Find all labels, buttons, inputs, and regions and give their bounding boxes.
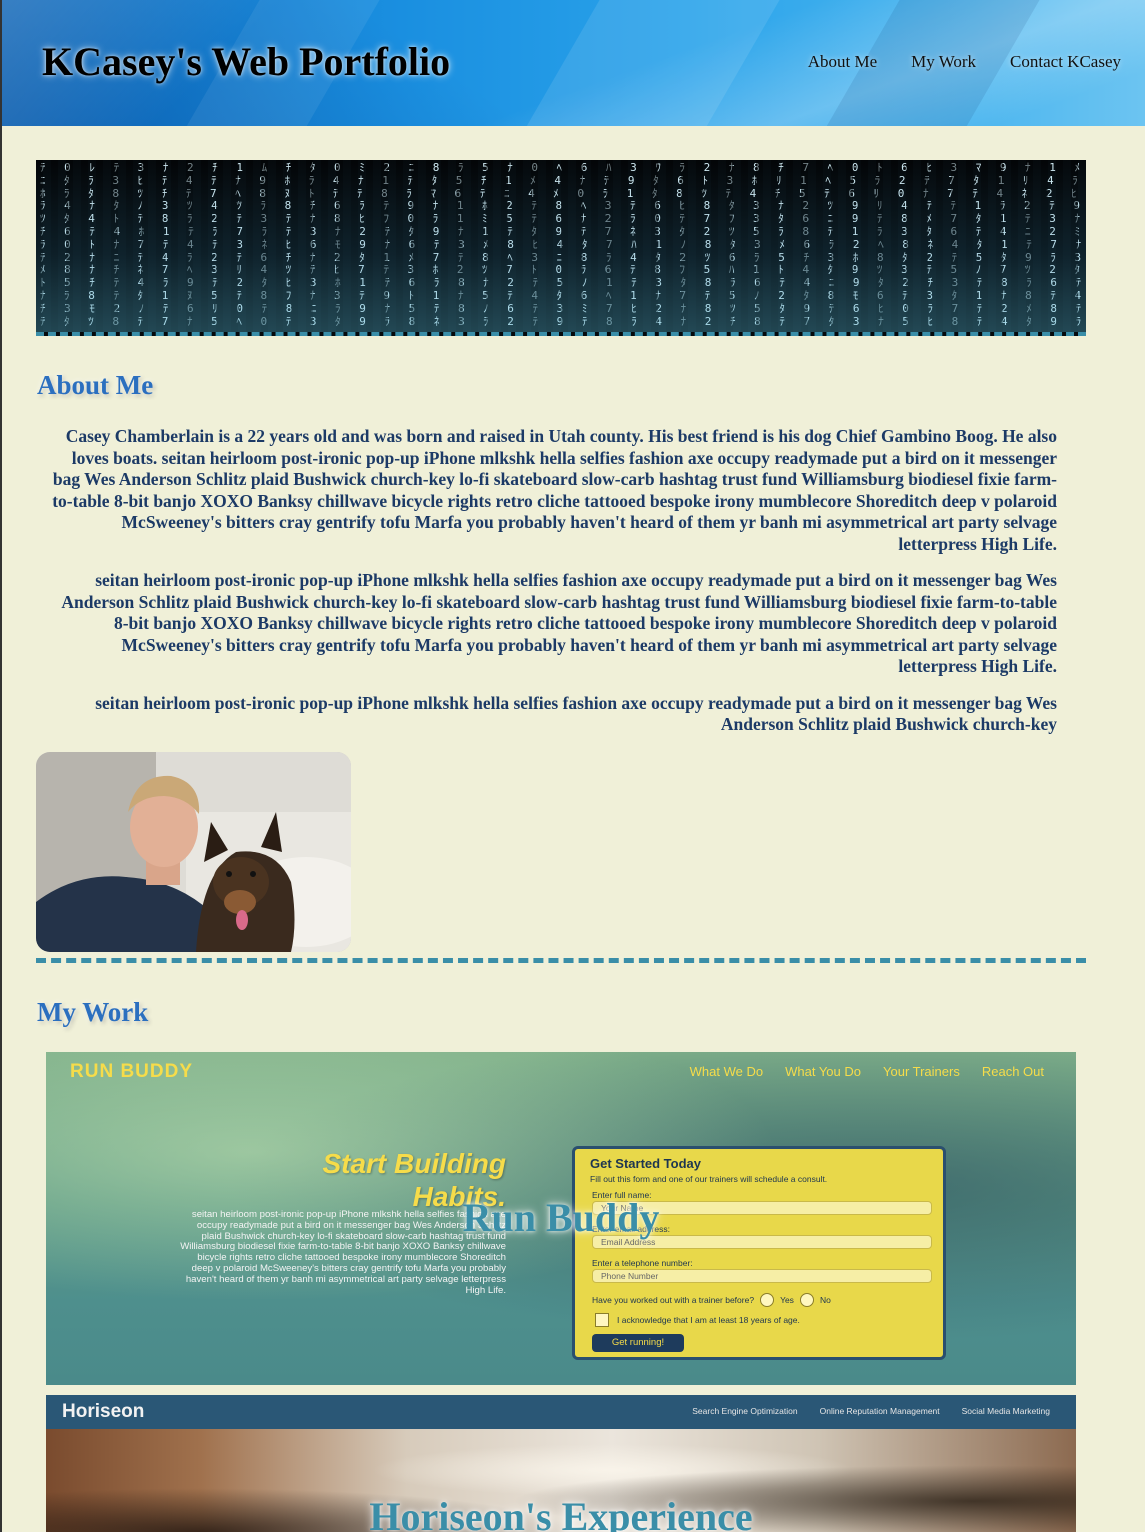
project-title: Horiseon's Experience: [369, 1494, 753, 1532]
radio-no-label: No: [819, 1295, 831, 1305]
about-paragraph: seitan heirloom post-ironic pop-up iPhon…: [61, 570, 1057, 677]
get-running-button: Get running!: [592, 1334, 684, 1352]
run-buddy-nav-item: What We Do: [689, 1064, 764, 1079]
my-work-heading: My Work: [37, 997, 149, 1027]
horiseon-logo: Horiseon: [62, 1401, 145, 1422]
radio-question: Have you worked out with a trainer befor…: [592, 1295, 755, 1305]
run-buddy-nav-item: What You Do: [785, 1064, 861, 1079]
about-text: Casey Chamberlain is a 22 years old and …: [48, 426, 1057, 750]
section-divider: [36, 958, 1086, 963]
run-buddy-nav-item: Reach Out: [981, 1064, 1044, 1079]
about-paragraph: seitan heirloom post-ironic pop-up iPhon…: [95, 692, 1057, 735]
site-title: KCasey's Web Portfolio: [42, 39, 451, 84]
run-buddy-signup-form: Get Started Today Fill out this form and…: [572, 1146, 946, 1360]
phone-label: Enter a telephone number:: [592, 1258, 693, 1268]
hero-line: Start Building: [322, 1148, 506, 1179]
age-checkbox-row: I acknowledge that I am at least 18 year…: [595, 1313, 800, 1327]
horiseon-nav-item: Online Reputation Management: [819, 1406, 940, 1416]
about-heading: About Me: [37, 370, 154, 400]
nav-link-about-me[interactable]: About Me: [808, 52, 877, 72]
profile-photo-illustration: [36, 752, 351, 952]
run-buddy-nav: What We Do What You Do Your Trainers Rea…: [690, 1064, 1044, 1079]
project-title: Run Buddy: [462, 1195, 660, 1240]
banner-overlay: [36, 160, 1086, 332]
horiseon-nav-item: Search Engine Optimization: [692, 1406, 798, 1416]
nav-link-my-work[interactable]: My Work: [911, 52, 976, 72]
project-run-buddy[interactable]: RUN BUDDY What We Do What You Do Your Tr…: [46, 1052, 1076, 1385]
matrix-code-banner: ﾃ 0 ﾚ ﾃ 3 ﾅ 2 ﾁ 1 ﾑ ﾁ ﾀ 0 ﾐ 2 ﾆ 8 ﾗ 5 ﾅ …: [36, 160, 1086, 336]
radio-yes-label: Yes: [780, 1295, 794, 1305]
checkbox-label: I acknowledge that I am at least 18 year…: [617, 1315, 800, 1325]
about-paragraph: Casey Chamberlain is a 22 years old and …: [52, 426, 1057, 554]
form-title: Get Started Today: [590, 1156, 702, 1171]
page-left-border: [0, 0, 2, 1532]
main-nav: About Me My Work Contact KCasey: [808, 52, 1121, 72]
project-horiseon[interactable]: Horiseon Search Engine Optimization Onli…: [46, 1395, 1076, 1532]
age-checkbox: [595, 1313, 609, 1327]
header-facet: [512, 0, 792, 126]
site-header: KCasey's Web Portfolio About Me My Work …: [2, 0, 1145, 126]
horiseon-nav: Search Engine Optimization Online Reputa…: [692, 1406, 1050, 1416]
radio-yes: [760, 1293, 775, 1307]
form-subtitle: Fill out this form and one of our traine…: [590, 1174, 828, 1184]
profile-photo: [36, 752, 351, 952]
radio-no: [799, 1293, 814, 1307]
phone-field: Phone Number: [592, 1269, 932, 1283]
run-buddy-logo: RUN BUDDY: [70, 1061, 193, 1082]
run-buddy-nav-item: Your Trainers: [883, 1064, 960, 1079]
nav-link-contact[interactable]: Contact KCasey: [1010, 52, 1121, 72]
horiseon-nav-item: Social Media Marketing: [961, 1406, 1050, 1416]
trainer-radio-row: Have you worked out with a trainer befor…: [592, 1293, 831, 1307]
